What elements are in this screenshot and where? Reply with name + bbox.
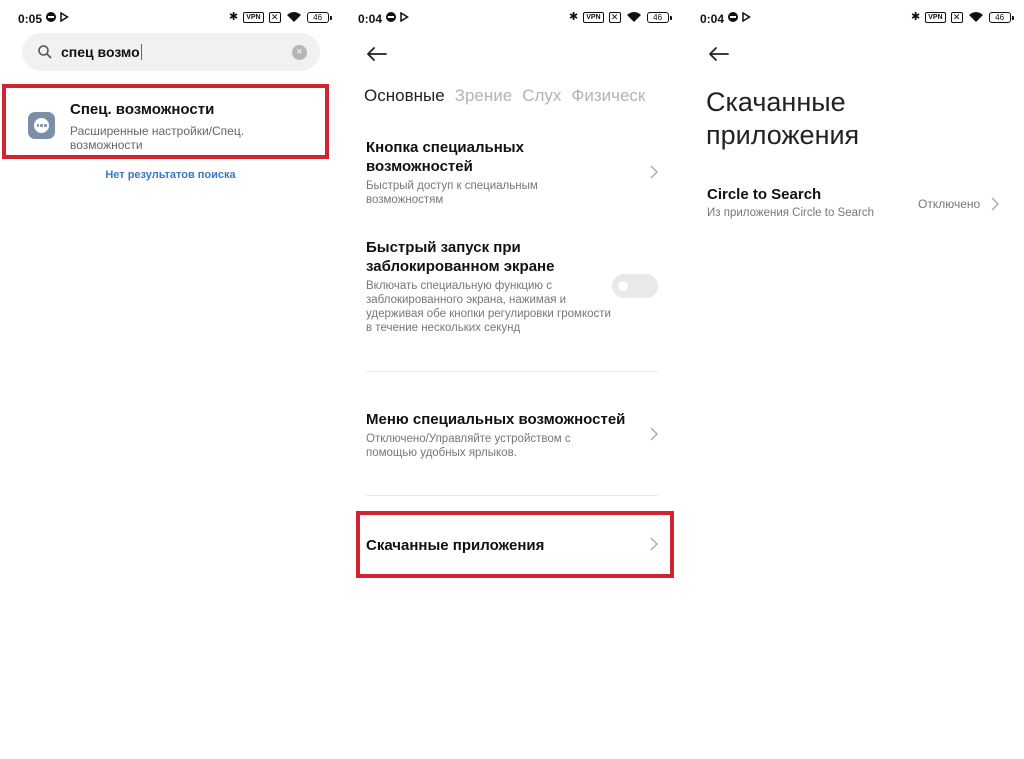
tab-hearing[interactable]: Слух xyxy=(522,86,561,105)
search-icon xyxy=(38,45,52,59)
no-results-text: Нет результатов поиска xyxy=(105,169,236,181)
search-bar[interactable]: спец возмо × xyxy=(22,33,320,71)
accessibility-screen: 0:04 ✱ VPN ✕ 46 Основные Зрение Слух Физиче… xyxy=(341,0,682,759)
accessibility-menu-item[interactable]: Меню специальных возможностей Отключено/… xyxy=(366,410,658,460)
clear-search-button[interactable]: × xyxy=(292,45,307,60)
bluetooth-icon: ✱ xyxy=(229,11,239,23)
notification-icon xyxy=(386,12,396,22)
bluetooth-icon: ✱ xyxy=(911,11,921,23)
battery-icon: 46 xyxy=(306,11,332,23)
divider xyxy=(366,495,658,496)
chevron-right-icon xyxy=(650,427,658,441)
text-caret xyxy=(140,44,143,60)
status-time: 0:05 xyxy=(18,12,43,26)
status-time: 0:04 xyxy=(358,12,383,26)
sim-icon: ✕ xyxy=(268,11,281,23)
item-subtitle: Отключено/Управляйте устройством с помощ… xyxy=(366,433,571,459)
search-result-accessibility[interactable]: Спец. возможности Расширенные настройки/… xyxy=(2,84,329,159)
chevron-right-icon xyxy=(991,197,999,211)
search-query: спец возмо xyxy=(61,44,140,60)
item-title: Меню специальных возможностей xyxy=(366,411,626,428)
status-time: 0:04 xyxy=(700,12,725,26)
wifi-icon xyxy=(286,12,301,22)
accessibility-app-icon xyxy=(28,112,55,139)
lockscreen-shortcut-toggle[interactable] xyxy=(612,274,658,298)
tab-physical[interactable]: Физическ xyxy=(571,86,645,105)
back-arrow-icon[interactable] xyxy=(708,46,730,62)
play-icon xyxy=(742,12,751,22)
page-title: Скачанные приложения xyxy=(706,87,860,150)
search-input[interactable]: спец возмо xyxy=(61,44,143,60)
play-icon xyxy=(60,12,69,22)
downloaded-apps-item[interactable]: Скачанные приложения xyxy=(366,537,544,554)
sim-icon: ✕ xyxy=(608,11,621,23)
search-screen: 0:05 ✱ VPN ✕ 46 спец возмо × Спец. возмо… xyxy=(0,0,341,759)
vpn-icon: VPN xyxy=(583,11,604,23)
item-subtitle: Из приложения Circle to Search xyxy=(707,207,874,219)
sim-icon: ✕ xyxy=(950,11,963,23)
item-title: Circle to Search xyxy=(707,186,822,203)
status-bar: 0:04 ✱ VPN ✕ 46 xyxy=(341,10,682,28)
vpn-icon: VPN xyxy=(925,11,946,23)
tab-general[interactable]: Основные xyxy=(364,86,445,105)
category-tabs: Основные Зрение Слух Физическ xyxy=(364,86,682,106)
accessibility-button-item[interactable]: Кнопка специальных возможностей Быстрый … xyxy=(366,138,658,207)
item-subtitle: Быстрый доступ к специальным возможностя… xyxy=(366,180,538,206)
status-bar: 0:05 ✱ VPN ✕ 46 xyxy=(0,10,341,28)
downloaded-apps-screen: 0:04 ✱ VPN ✕ 46 Скачанные приложения Cir… xyxy=(683,0,1024,759)
chevron-right-icon xyxy=(650,165,658,179)
notification-icon xyxy=(46,12,56,22)
play-icon xyxy=(400,12,409,22)
tab-vision[interactable]: Зрение xyxy=(455,86,513,105)
item-title: Кнопка специальных возможностей xyxy=(366,139,524,175)
item-subtitle: Включать специальную функцию с заблокиро… xyxy=(366,280,611,334)
status-bar: 0:04 ✱ VPN ✕ 46 xyxy=(683,10,1024,28)
bluetooth-icon: ✱ xyxy=(569,11,579,23)
divider xyxy=(366,371,658,372)
vpn-icon: VPN xyxy=(243,11,264,23)
chevron-right-icon xyxy=(650,537,658,551)
battery-icon: 46 xyxy=(646,11,672,23)
notification-icon xyxy=(728,12,738,22)
battery-icon: 46 xyxy=(988,11,1014,23)
result-subtitle: Расширенные настройки/Спец. возможности xyxy=(70,124,245,152)
toggle-knob xyxy=(618,281,628,291)
back-arrow-icon[interactable] xyxy=(366,46,388,62)
wifi-icon xyxy=(968,12,983,22)
result-title: Спец. возможности xyxy=(70,101,215,118)
item-status-value: Отключено xyxy=(918,197,981,211)
wifi-icon xyxy=(626,12,641,22)
item-title: Быстрый запуск при заблокированном экран… xyxy=(366,239,555,275)
